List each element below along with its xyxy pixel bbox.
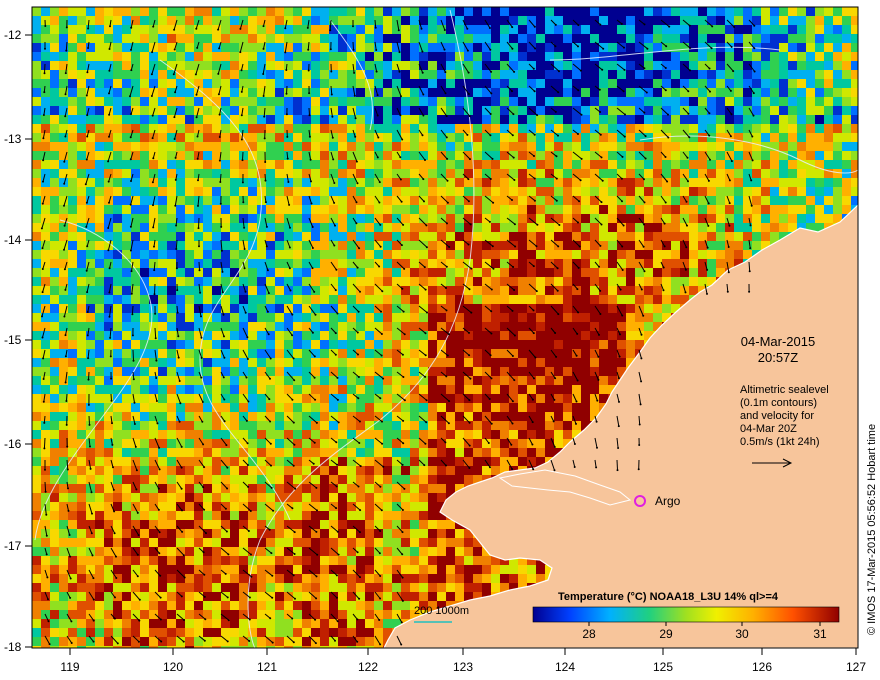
lon-label-127: 127 [845,660,867,674]
lon-label-125: 125 [652,660,674,674]
altimetry-legend: Altimetric sealevel (0.1m contours) and … [740,384,829,449]
altimetry-legend-line: 0.5m/s (1kt 24h) [740,436,820,448]
colorbar-tick-label: 28 [582,627,596,641]
lon-label-119: 119 [60,660,80,674]
lat-label-13: -13 [4,132,22,146]
depth-contour-legend: 200 1000m [414,605,470,617]
lon-label-121: 121 [256,660,278,674]
altimetry-legend-line: Altimetric sealevel [740,384,829,396]
argo-label: Argo [655,494,681,508]
altimetry-legend-line: 04-Mar 20Z [740,423,797,435]
colorbar-tick-label: 30 [735,627,749,641]
lat-label-15: -15 [4,333,22,347]
lon-label-120: 120 [162,660,184,674]
lat-label-12: -12 [4,28,22,42]
altimetry-legend-line: (0.1m contours) [740,397,818,409]
lat-label-16: -16 [4,437,22,451]
observation-date-line: 04-Mar-2015 [740,334,816,349]
lon-label-122: 122 [357,660,379,674]
colorbar [532,606,840,623]
lon-label-124: 124 [554,660,576,674]
lon-label-123: 123 [452,660,474,674]
lon-label-126: 126 [751,660,773,674]
observation-date: 04-Mar-2015 20:57Z [738,334,818,366]
observation-time-line: 20:57Z [757,350,799,365]
colorbar-tick-label: 31 [813,627,827,641]
lat-label-14: -14 [4,233,22,247]
lat-label-17: -17 [4,539,22,553]
colorbar-tick-label: 29 [659,627,673,641]
lat-label-18: -18 [4,640,22,654]
colorbar-title: Temperature (°C) NOAA18_L3U 14% ql>=4 [558,591,778,603]
imos-credit: © IMOS 17-Mar-2015 05:56:52 Hobart time [866,423,878,635]
altimetry-legend-line: and velocity for [740,410,814,422]
